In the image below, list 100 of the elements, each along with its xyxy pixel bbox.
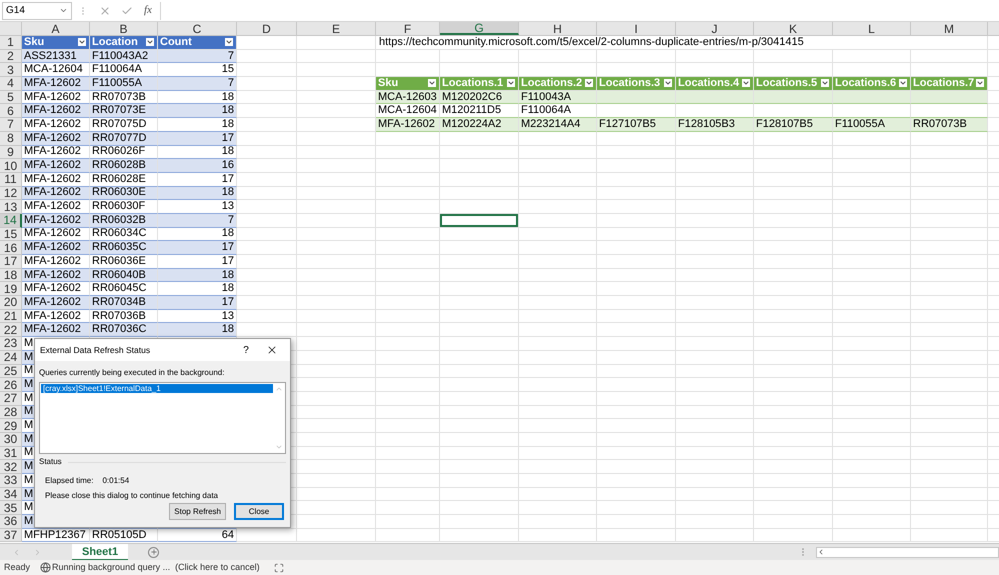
column-title: Locations.5 [756,78,818,89]
row-header[interactable]: 19 [0,282,22,296]
add-sheet-icon[interactable] [148,546,160,558]
row-header[interactable]: 32 [0,460,22,474]
row-header[interactable]: 26 [0,378,22,392]
cancel-icon[interactable] [99,4,111,16]
scroll-up-icon[interactable] [275,385,283,393]
table-cell: RR07034B [90,296,158,310]
column-header[interactable]: B [90,22,158,35]
query-list[interactable]: [cray.xlsx]Sheet1!ExternalData_1 [39,382,286,454]
filter-dropdown-icon[interactable] [820,78,830,88]
dialog-button[interactable]: Close [234,503,284,520]
column-header[interactable]: H [519,22,597,35]
scroll-down-icon[interactable] [275,443,283,451]
filter-dropdown-icon[interactable] [741,78,751,88]
row-header[interactable]: 27 [0,392,22,406]
filter-dropdown-icon[interactable] [584,78,594,88]
column-header[interactable]: I [597,22,676,35]
row-header[interactable]: 4 [0,77,22,91]
table-cell: RR07077D [90,132,158,146]
horizontal-scrollbar[interactable] [816,546,999,558]
row-header[interactable]: 35 [0,501,22,516]
filter-dropdown-icon[interactable] [145,37,155,48]
table-cell: MFA-12602 [22,104,90,118]
column-header[interactable]: G [440,22,519,35]
query-list-item[interactable]: [cray.xlsx]Sheet1!ExternalData_1 [41,384,273,393]
table-cell: MFA-12602 [22,214,90,228]
column-header[interactable]: K [754,22,833,35]
column-header[interactable]: C [158,22,237,35]
close-icon[interactable] [266,344,278,356]
table-cell: RR06040B [90,268,158,282]
row-header[interactable]: 12 [0,186,22,200]
row-header[interactable]: 7 [0,118,22,132]
table-cell: RR06028E [90,172,158,187]
row-header[interactable]: 6 [0,104,22,118]
row-header[interactable]: 16 [0,241,22,255]
table-cell: F110055A [833,118,911,132]
table-cell: MCA-12603 [376,90,440,104]
dialog-button[interactable]: Stop Refresh [169,503,226,520]
column-header[interactable]: J [676,22,754,35]
row-header[interactable]: 31 [0,446,22,460]
row-header[interactable]: 18 [0,268,22,282]
row-header[interactable]: 2 [0,50,22,64]
row-header[interactable]: 17 [0,255,22,269]
row-header[interactable]: 21 [0,310,22,324]
filter-dropdown-icon[interactable] [506,78,516,88]
row-header[interactable]: 23 [0,337,22,351]
row-header[interactable]: 28 [0,406,22,420]
table-cell: MFHP12367 [22,528,90,542]
row-header[interactable]: 36 [0,515,22,529]
row-header[interactable]: 34 [0,488,22,502]
table-cell: 17 [158,296,237,310]
table-cell: 17 [158,132,237,146]
sheet-tab[interactable]: Sheet1 [72,544,128,560]
filter-dropdown-icon[interactable] [427,78,437,88]
row-header[interactable]: 20 [0,296,22,310]
filter-dropdown-icon[interactable] [898,78,908,88]
row-header[interactable]: 29 [0,419,22,433]
row-header[interactable]: 30 [0,432,22,447]
background-query-status[interactable]: Running background query ... (Click here to cancel) [52,560,260,574]
table-cell: M120202C6 [440,90,519,104]
table-cell: RR06036E [90,255,158,269]
table-cell: MFA-12602 [22,118,90,132]
filter-dropdown-icon[interactable] [224,37,234,48]
column-title: Sku [378,78,400,89]
column-header[interactable]: L [833,22,911,35]
enter-check-icon[interactable] [121,4,133,16]
table-cell: M120224A2 [440,118,519,132]
row-header[interactable]: 10 [0,159,22,173]
scroll-right-icon[interactable] [33,548,42,556]
filter-dropdown-icon[interactable] [663,78,673,88]
help-button[interactable]: ? [233,342,259,358]
row-header[interactable]: 1 [0,36,22,50]
column-header[interactable]: D [237,22,297,35]
insert-function-button[interactable]: fx [144,2,152,19]
row-header[interactable]: 15 [0,228,22,242]
row-header[interactable]: 5 [0,90,22,104]
row-header[interactable]: 25 [0,364,22,378]
table-cell: 18 [158,268,237,282]
column-header[interactable]: E [297,22,376,35]
table-cell: 13 [158,310,237,324]
row-header[interactable]: 11 [0,172,22,187]
table-cell: 17 [158,172,237,187]
row-header[interactable]: 9 [0,146,22,160]
name-box[interactable]: G14 [2,2,72,20]
row-header[interactable]: 3 [0,63,22,78]
filter-dropdown-icon[interactable] [975,78,985,88]
row-header[interactable]: 13 [0,200,22,214]
filter-dropdown-icon[interactable] [77,37,87,48]
column-header[interactable]: M [911,22,988,35]
row-header[interactable]: 22 [0,323,22,338]
row-header[interactable]: 33 [0,474,22,488]
column-header[interactable]: A [22,22,90,35]
row-header[interactable]: 8 [0,132,22,146]
table-cell: MFA-12602 [22,296,90,310]
row-header[interactable]: 14 [0,214,22,228]
row-header[interactable]: 24 [0,350,22,364]
column-title: Location [92,36,139,48]
row-header[interactable]: 37 [0,528,22,542]
table-cell: 17 [158,241,237,255]
